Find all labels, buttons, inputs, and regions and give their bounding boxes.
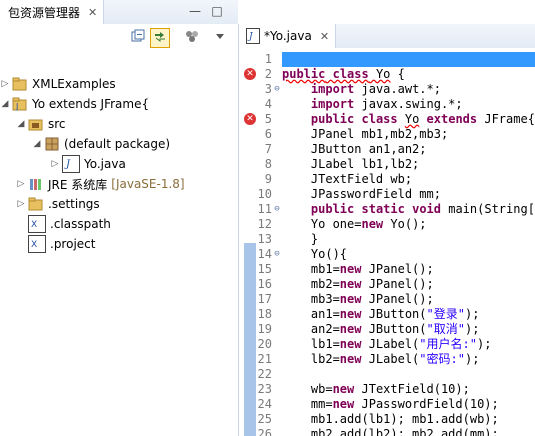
library-icon	[28, 176, 44, 192]
code-line[interactable]: 12 Yo one=new Yo();	[240, 217, 535, 232]
svg-text:X: X	[31, 240, 37, 250]
code-line[interactable]: 11 ⊖ public static void main(String[]	[240, 202, 535, 217]
editor-tabbar: J *Yo.java ✕	[240, 24, 535, 49]
code-line[interactable]: 15 mb1=new JPanel();	[240, 262, 535, 277]
code-line[interactable]: 1	[240, 52, 535, 67]
current-line-highlight	[282, 52, 535, 67]
xml-file-icon: X	[28, 235, 46, 253]
svg-text:J: J	[247, 32, 254, 41]
package-explorer-tab-label: 包资源管理器	[8, 5, 81, 20]
expand-icon[interactable]: ▷	[0, 79, 10, 89]
link-with-editor-icon[interactable]	[150, 28, 170, 48]
code-line[interactable]: 17 mb3=new JPanel();	[240, 292, 535, 307]
tree-item-label: .project	[50, 237, 96, 251]
expand-icon[interactable]: ▷	[50, 159, 60, 169]
code-line[interactable]: 19 an2=new JButton("取消");	[240, 322, 535, 337]
maximize-icon[interactable]: □	[210, 4, 224, 18]
code-line[interactable]: 8 JLabel lb1,lb2;	[240, 157, 535, 172]
collapse-icon[interactable]: ◢	[0, 99, 10, 109]
editor-tab-label: *Yo.java	[264, 29, 312, 43]
tree-item-settings[interactable]: ▷ .settings	[16, 194, 100, 214]
code-line[interactable]: 14 ⊖ Yo(){	[240, 247, 535, 262]
code-line[interactable]: 18 an1=new JButton("登录");	[240, 307, 535, 322]
code-line[interactable]: 9 JTextField wb;	[240, 172, 535, 187]
tree-item-xmlexamples[interactable]: ▷ XMLExamples	[0, 74, 116, 94]
code-line[interactable]: 10 JPasswordField mm;	[240, 187, 535, 202]
code-line[interactable]: 7 JButton an1,an2;	[240, 142, 535, 157]
expand-icon[interactable]: ▷	[16, 199, 26, 209]
code-editor[interactable]: 1 ✕ 2 public class Yo { 3 ⊖ import java.a…	[240, 48, 535, 436]
java-file-icon: J	[246, 28, 260, 44]
tree-item-label: .classpath	[50, 217, 111, 231]
code-line[interactable]: 16 mb2=new JPanel();	[240, 277, 535, 292]
focus-task-icon[interactable]	[182, 28, 202, 48]
code-line[interactable]: 3 ⊖ import java.awt.*;	[240, 82, 535, 97]
tree-item-label: XMLExamples	[32, 77, 116, 91]
tree-item-label: .settings	[48, 197, 100, 211]
collapse-icon[interactable]: ◢	[16, 119, 26, 129]
code-line[interactable]: 21 lb2=new JLabel("密码:");	[240, 352, 535, 367]
code-line[interactable]: 24 mm=new JPasswordField(10);	[240, 397, 535, 412]
tree-item-label: Yo extends JFrame{	[32, 97, 150, 111]
tree-item-project-file[interactable]: X .project	[16, 234, 95, 254]
package-explorer-view: ▷ XMLExamples ◢ J Yo extends JFrame{ ◢ s…	[0, 24, 239, 436]
code-line[interactable]: 22	[240, 367, 535, 382]
code-line[interactable]: 26 mb2.add(lb2); mb2.add(mm);	[240, 427, 535, 436]
code-line[interactable]: 6 JPanel mb1,mb2,mb3;	[240, 127, 535, 142]
java-project-icon: J	[12, 96, 28, 112]
fold-icon[interactable]: ⊖	[272, 202, 282, 217]
code-line[interactable]: 4 import javax.swing.*;	[240, 97, 535, 112]
view-menu-icon[interactable]	[210, 28, 230, 48]
collapse-icon[interactable]: ◢	[32, 139, 42, 149]
source-folder-icon	[28, 116, 44, 132]
code-line[interactable]: ✕ 2 public class Yo {	[240, 67, 535, 82]
tree-item-suffix: [JavaSE-1.8]	[111, 177, 185, 191]
expand-icon[interactable]: ▷	[16, 179, 26, 189]
tree-item-yo-project[interactable]: ◢ J Yo extends JFrame{	[0, 94, 150, 114]
tree-item-label: src	[48, 117, 66, 131]
xml-file-icon: X	[28, 215, 46, 233]
package-explorer-tab[interactable]: 包资源管理器 ✕	[0, 0, 105, 24]
tree-item-default-package[interactable]: ◢ (default package)	[32, 134, 171, 154]
tree-item-src[interactable]: ◢ src	[16, 114, 66, 134]
code-line[interactable]: 20 lb1=new JLabel("用户名:");	[240, 337, 535, 352]
view-toolbar	[0, 26, 238, 48]
package-icon	[44, 136, 60, 152]
fold-icon[interactable]: ⊖	[272, 247, 282, 262]
tree-item-label: JRE 系统库	[48, 177, 108, 192]
code-line[interactable]: 25 mb1.add(lb1); mb1.add(wb);	[240, 412, 535, 427]
tree-item-yo-java[interactable]: ▷ J Yo.java	[50, 154, 126, 174]
java-file-icon: J	[62, 155, 80, 173]
close-icon[interactable]: ✕	[88, 6, 97, 19]
minimize-icon[interactable]: —	[188, 4, 202, 18]
close-icon[interactable]: ✕	[320, 30, 329, 43]
tree-item-label: Yo.java	[84, 157, 126, 171]
tree-item-classpath[interactable]: X .classpath	[16, 214, 111, 234]
tree-item-jre[interactable]: ▷ JRE 系统库 [JavaSE-1.8]	[16, 174, 185, 194]
collapse-all-icon[interactable]	[128, 28, 148, 48]
svg-text:J: J	[64, 159, 71, 170]
svg-text:X: X	[31, 220, 37, 230]
tree-item-label: (default package)	[64, 137, 171, 151]
svg-text:J: J	[15, 102, 18, 111]
project-icon	[12, 76, 28, 92]
fold-icon[interactable]: ⊖	[272, 82, 282, 97]
folder-icon	[28, 196, 44, 212]
code-line[interactable]: ✕ 5 public class Yo extends JFrame{	[240, 112, 535, 127]
code-line[interactable]: 13 }	[240, 232, 535, 247]
code-line[interactable]: 23 wb=new JTextField(10);	[240, 382, 535, 397]
editor-tab-yo-java[interactable]: J *Yo.java ✕	[240, 24, 337, 48]
package-explorer-tabbar: 包资源管理器 ✕ — □	[0, 0, 238, 25]
